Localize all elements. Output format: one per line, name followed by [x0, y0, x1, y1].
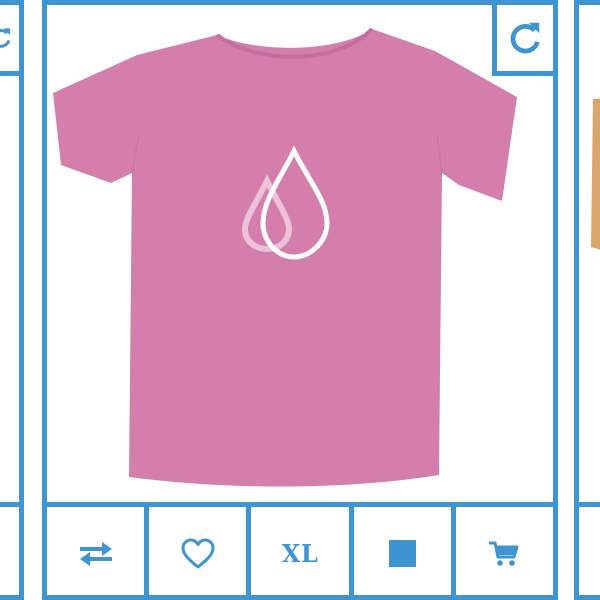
product-card-previous[interactable] — [0, 0, 24, 600]
product-card-next[interactable] — [574, 0, 600, 600]
wishlist-button[interactable] — [149, 507, 252, 600]
refresh-icon — [0, 28, 11, 48]
product-carousel: XL — [0, 0, 600, 600]
product-card[interactable]: XL — [42, 0, 558, 600]
color-swatch — [388, 540, 416, 567]
tshirt-image — [53, 27, 517, 487]
product-image-area[interactable] — [47, 5, 553, 507]
product-image-area-previous — [0, 5, 19, 507]
product-image-area-next — [579, 5, 600, 507]
product-action-bar: XL — [47, 507, 553, 600]
action-bar-previous — [0, 507, 19, 600]
size-label: XL — [281, 539, 319, 568]
size-selector[interactable]: XL — [251, 507, 354, 600]
color-selector[interactable] — [354, 507, 456, 600]
refresh-button-previous[interactable] — [0, 5, 19, 76]
cart-icon — [489, 541, 519, 566]
compare-button[interactable] — [47, 507, 150, 600]
refresh-button[interactable] — [492, 5, 553, 76]
heart-icon — [181, 538, 215, 568]
swap-arrows-icon — [79, 541, 112, 566]
product-image-next — [591, 98, 600, 250]
refresh-icon — [510, 22, 540, 54]
add-to-cart-button[interactable] — [456, 507, 553, 600]
